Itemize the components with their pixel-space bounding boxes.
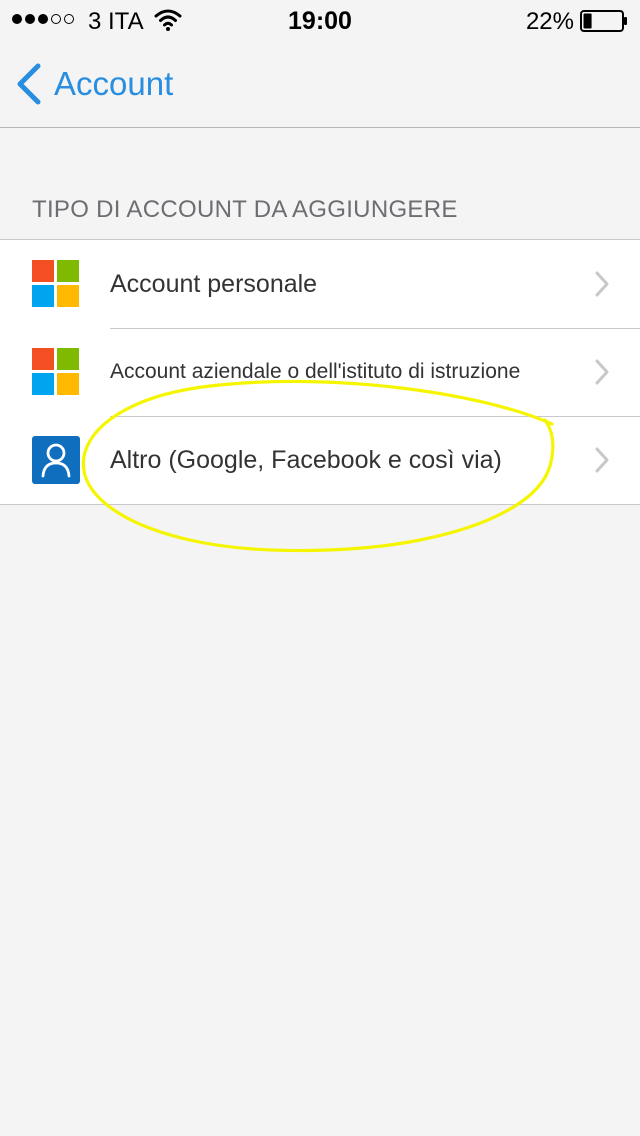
battery-percent: 22%: [525, 8, 574, 35]
battery-icon: [580, 10, 627, 32]
account-other-row[interactable]: Altro (Google, Facebook e così via): [0, 416, 640, 504]
back-button[interactable]: Account: [14, 62, 173, 106]
account-work-school-label: Account aziendale o dell'istituto di ist…: [110, 360, 521, 383]
section-header: TIPO DI ACCOUNT DA AGGIUNGERE: [32, 196, 458, 223]
person-icon: [32, 436, 80, 484]
account-other-label: Altro (Google, Facebook e così via): [110, 445, 502, 474]
account-type-list: Account personale Account aziendale o de…: [0, 239, 640, 505]
chevron-right-icon: [595, 271, 609, 297]
navigation-bar: Account: [0, 40, 640, 128]
chevron-right-icon: [595, 447, 609, 473]
highlight-circle-annotation: [81, 379, 555, 553]
status-bar: 3 ITA 19:00 22%: [0, 0, 640, 40]
account-personal-label: Account personale: [110, 269, 318, 298]
account-personal-row[interactable]: Account personale: [0, 240, 640, 328]
microsoft-logo-icon: [32, 348, 80, 396]
microsoft-logo-icon: [32, 260, 80, 308]
back-button-label: Account: [54, 65, 174, 102]
account-work-school-row[interactable]: Account aziendale o dell'istituto di ist…: [0, 328, 640, 416]
chevron-left-icon: [17, 63, 41, 105]
chevron-right-icon: [595, 359, 609, 385]
